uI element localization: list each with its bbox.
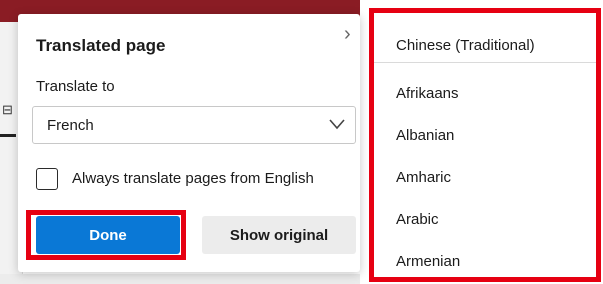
- panel-title: Translated page: [36, 36, 166, 55]
- reader-icon: ⊟: [2, 102, 13, 117]
- divider: [0, 134, 16, 137]
- language-select-value: French: [47, 117, 94, 134]
- chevron-down-icon: [329, 119, 345, 130]
- language-dropdown: Chinese (Traditional) Afrikaans Albanian…: [369, 8, 601, 282]
- done-button[interactable]: Done: [36, 216, 180, 254]
- always-translate-row[interactable]: Always translate pages from English: [36, 168, 346, 192]
- language-select[interactable]: French: [32, 106, 356, 144]
- dropdown-item-afrikaans[interactable]: Afrikaans: [396, 85, 459, 102]
- dropdown-selected-label: Chinese (Traditional): [396, 37, 535, 54]
- translate-to-label: Translate to: [36, 78, 115, 95]
- show-original-button[interactable]: Show original: [202, 216, 356, 254]
- translate-panel: Translated page › Translate to French Al…: [18, 14, 360, 272]
- dropdown-selected-row[interactable]: Chinese (Traditional): [374, 13, 596, 63]
- always-translate-label: Always translate pages from English: [72, 170, 314, 187]
- dropdown-item-arabic[interactable]: Arabic: [396, 211, 439, 228]
- browser-bottom-strip: [0, 274, 360, 284]
- dropdown-item-armenian[interactable]: Armenian: [396, 253, 460, 270]
- close-icon[interactable]: ›: [344, 24, 351, 44]
- dropdown-item-albanian[interactable]: Albanian: [396, 127, 454, 144]
- always-translate-checkbox[interactable]: [36, 168, 58, 190]
- dropdown-item-amharic[interactable]: Amharic: [396, 169, 451, 186]
